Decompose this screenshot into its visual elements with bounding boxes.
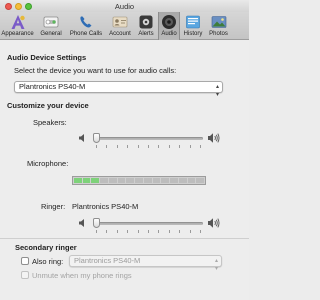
unmute-label[interactable]: Unmute when my phone rings — [32, 271, 132, 280]
tab-audio[interactable]: Audio — [158, 12, 180, 40]
also-ring-checkbox[interactable] — [21, 257, 29, 265]
tab-alerts[interactable]: Alerts — [135, 12, 157, 40]
device-select-prompt: Select the device you want to use for au… — [14, 66, 177, 75]
mic-meter-segment — [152, 178, 161, 183]
slider-tick — [116, 145, 118, 148]
ringer-label: Ringer: — [41, 202, 66, 211]
mic-meter-segment — [161, 178, 170, 183]
mic-meter-segment — [126, 178, 135, 183]
secondary-ringer-header: Secondary ringer — [15, 243, 77, 252]
speakers-label: Speakers: — [33, 118, 67, 127]
phone-calls-icon — [80, 16, 92, 28]
slider-tick — [158, 145, 160, 148]
audio-device-settings-header: Audio Device Settings — [7, 53, 87, 62]
slider-tick — [127, 230, 129, 233]
mic-meter-segment — [117, 178, 126, 183]
slider-tick — [179, 230, 181, 233]
mic-meter-segment — [143, 178, 152, 183]
slider-tick — [96, 230, 97, 233]
audio-speaker-icon — [162, 15, 176, 29]
tab-photos[interactable]: Photos — [206, 12, 231, 40]
mic-meter-segment — [170, 178, 178, 183]
slider-tick — [137, 145, 139, 148]
slider-tick — [96, 145, 97, 148]
mic-meter-segment — [82, 178, 91, 183]
section-divider — [0, 238, 249, 239]
audio-device-select[interactable]: Plantronics PS40-M ▴ ▾ — [14, 81, 223, 98]
speakers-slider-track[interactable] — [93, 137, 203, 140]
unmute-checkbox[interactable] — [21, 271, 29, 279]
audio-device-select-value: Plantronics PS40-M — [19, 82, 86, 91]
slider-tick — [200, 230, 201, 233]
slider-tick — [189, 230, 191, 233]
ringer-slider-thumb[interactable] — [93, 218, 100, 228]
select-arrows-icon: ▴ ▾ — [215, 84, 219, 98]
account-icon — [112, 16, 128, 28]
also-ring-device-select[interactable]: Plantronics PS40-M ▴ ▾ — [69, 255, 222, 272]
slider-tick — [127, 145, 129, 148]
also-ring-label[interactable]: Also ring: — [32, 257, 63, 266]
history-icon — [186, 15, 200, 29]
mic-meter-segment — [135, 178, 143, 183]
photos-icon — [211, 16, 226, 28]
tab-general[interactable]: General — [36, 12, 66, 40]
mic-meter-segment — [74, 178, 82, 183]
customize-device-header: Customize your device — [7, 101, 89, 110]
microphone-label: Microphone: — [27, 159, 69, 168]
slider-tick — [137, 230, 139, 233]
tab-account[interactable]: Account — [106, 12, 134, 40]
slider-tick — [116, 230, 118, 233]
appearance-icon — [11, 15, 25, 29]
ringer-volume-low-icon — [79, 219, 84, 227]
ringer-slider-ticks — [93, 230, 203, 233]
slider-tick — [158, 230, 160, 233]
slider-tick — [148, 230, 149, 233]
slider-tick — [106, 230, 108, 233]
ringer-device-name: Plantronics PS40-M — [72, 202, 139, 211]
mic-meter-segment — [100, 178, 108, 183]
mic-meter-segment — [196, 178, 205, 183]
also-ring-device-value: Plantronics PS40-M — [74, 256, 141, 265]
mic-meter-segment — [178, 178, 187, 183]
also-ring-select-arrows-icon: ▴ ▾ — [214, 258, 218, 272]
slider-tick — [168, 145, 170, 148]
ringer-volume-high-icon — [208, 218, 220, 228]
audio-preferences-pane: Audio Device Settings Select the device … — [0, 41, 249, 300]
slider-tick — [179, 145, 181, 148]
tab-appearance[interactable]: Appearance — [1, 12, 34, 40]
microphone-level-meter — [72, 176, 206, 185]
mic-meter-segment — [108, 178, 117, 183]
preferences-toolbar: Appearance General Phone Calls Account A… — [0, 12, 249, 40]
slider-tick — [148, 145, 149, 148]
general-switch-icon — [43, 16, 59, 28]
slider-tick — [168, 230, 170, 233]
tab-history[interactable]: History — [181, 12, 205, 40]
slider-tick — [200, 145, 201, 148]
volume-high-icon — [208, 133, 220, 143]
slider-tick — [189, 145, 191, 148]
speakers-slider-ticks — [93, 145, 203, 148]
mic-meter-segment — [187, 178, 196, 183]
volume-low-icon — [79, 134, 84, 142]
title-bar: Audio — [0, 0, 249, 12]
mic-meter-segment — [91, 178, 100, 183]
tab-phone-calls[interactable]: Phone Calls — [67, 12, 105, 40]
window-title: Audio — [114, 2, 135, 11]
slider-tick — [106, 145, 108, 148]
speakers-slider-thumb[interactable] — [93, 133, 100, 143]
ringer-slider-track[interactable] — [93, 222, 203, 225]
preferences-window: Audio Appearance General Phone Calls Acc… — [0, 0, 249, 300]
alerts-icon — [139, 15, 153, 29]
